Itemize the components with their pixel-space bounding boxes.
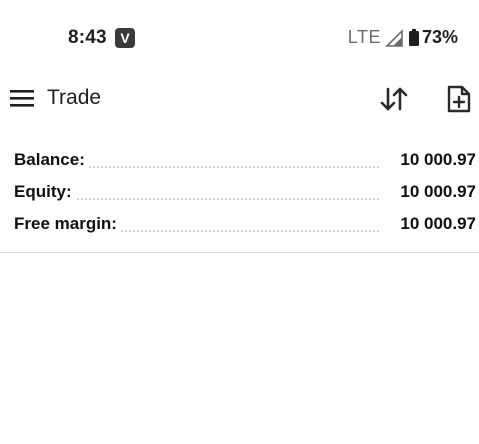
equity-label: Equity: bbox=[14, 182, 76, 202]
balance-label: Balance: bbox=[14, 150, 89, 170]
new-order-icon[interactable] bbox=[446, 84, 472, 114]
positions-list[interactable] bbox=[0, 253, 479, 444]
status-time: 8:43 bbox=[68, 27, 107, 48]
app-notification-icon: V bbox=[115, 28, 135, 48]
battery-icon bbox=[408, 29, 419, 46]
app-bar: Trade bbox=[0, 76, 479, 122]
balance-row: Balance: 10 000.97 bbox=[0, 145, 479, 177]
equity-row: Equity: 10 000.97 bbox=[0, 177, 479, 209]
network-type: LTE bbox=[347, 27, 381, 47]
account-summary: Balance: 10 000.97 Equity: 10 000.97 Fre… bbox=[0, 145, 479, 241]
status-indicators: LTE 73% bbox=[348, 27, 458, 48]
free-margin-row: Free margin: 10 000.97 bbox=[0, 209, 479, 241]
battery-level: 73% bbox=[421, 27, 458, 47]
free-margin-value: 10 000.97 bbox=[394, 214, 476, 234]
status-bar: 8:43 V LTE 73% bbox=[0, 0, 479, 76]
free-margin-label: Free margin: bbox=[14, 214, 121, 234]
sort-icon[interactable] bbox=[378, 84, 410, 114]
balance-value: 10 000.97 bbox=[394, 150, 476, 170]
equity-value: 10 000.97 bbox=[394, 182, 476, 202]
page-title: Trade bbox=[47, 86, 102, 109]
signal-icon bbox=[385, 28, 403, 47]
menu-icon[interactable] bbox=[10, 88, 34, 108]
